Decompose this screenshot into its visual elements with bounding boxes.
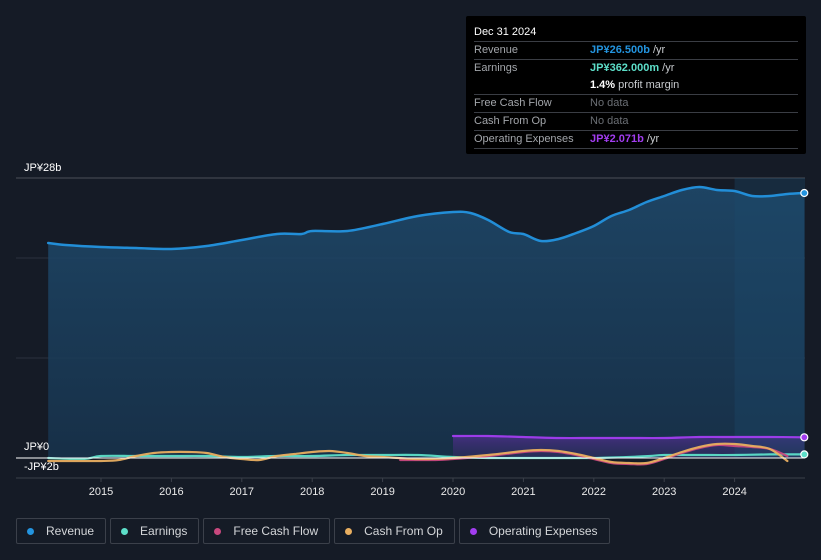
- x-tick-label: 2022: [582, 486, 606, 498]
- x-tick-label: 2024: [722, 486, 746, 498]
- tooltip-panel: Dec 31 2024 Revenue JP¥26.500b /yr Earning…: [466, 16, 806, 154]
- forecast-highlight-region: [734, 178, 805, 458]
- legend-label: Operating Expenses: [488, 524, 598, 538]
- tooltip-row: Free Cash Flow No data: [474, 95, 798, 113]
- tooltip-row-value: JP¥2.071b /yr: [590, 131, 659, 148]
- legend-dot-icon: [214, 527, 222, 535]
- tooltip-row-label: Free Cash Flow: [474, 97, 552, 109]
- x-tick-label: 2023: [652, 486, 676, 498]
- tooltip-row-label: Cash From Op: [474, 115, 547, 127]
- tooltip-row-value: JP¥362.000m /yr: [590, 60, 674, 77]
- revenue-end-marker: [800, 188, 809, 198]
- legend-dot-icon: [121, 527, 129, 535]
- y-tick-label-zero: JP¥0: [24, 441, 49, 453]
- legend-item-cash-from-op[interactable]: Cash From Op: [334, 518, 455, 544]
- tooltip-row: Earnings JP¥362.000m /yr: [474, 60, 798, 77]
- tooltip-value-number: 1.4%: [590, 79, 616, 91]
- tooltip-row: 1.4% profit margin: [474, 77, 798, 95]
- legend-item-revenue[interactable]: Revenue: [16, 518, 107, 544]
- x-tick-label: 2017: [230, 486, 254, 498]
- legend-label: Revenue: [46, 524, 95, 538]
- tooltip-row-label: Revenue: [474, 44, 519, 56]
- tooltip-row-value: No data: [590, 95, 629, 112]
- x-tick-label: 2020: [441, 486, 465, 498]
- tooltip-value-unit: /yr: [659, 62, 675, 74]
- tooltip-value-unit: /yr: [643, 133, 660, 145]
- tooltip-date: Dec 31 2024: [474, 24, 798, 42]
- tooltip-row-value: JP¥26.500b /yr: [590, 42, 665, 59]
- tooltip-value-number: JP¥362.000m: [590, 62, 660, 74]
- tooltip-row-label: Earnings: [474, 62, 518, 74]
- legend-dot-icon: [345, 527, 353, 535]
- tooltip-row: Revenue JP¥26.500b /yr: [474, 42, 798, 60]
- tooltip-row-label: Operating Expenses: [474, 133, 574, 145]
- tooltip-row-value: No data: [590, 113, 629, 130]
- tooltip-row-label: [474, 77, 590, 94]
- tooltip-value-unit: /yr: [649, 44, 666, 56]
- x-tick-label: 2019: [370, 486, 394, 498]
- revenue-area: [48, 187, 805, 458]
- legend-item-earnings[interactable]: Earnings: [110, 518, 200, 544]
- tooltip-value-unit: profit margin: [615, 79, 680, 91]
- tooltip-row: Operating Expenses JP¥2.071b /yr: [474, 131, 798, 149]
- y-tick-label-bottom: -JP¥2b: [24, 461, 59, 473]
- earnings-end-marker: [800, 450, 809, 459]
- tooltip-value-number: No data: [590, 115, 629, 127]
- x-tick-label: 2018: [300, 486, 324, 498]
- legend-item-operating-expenses[interactable]: Operating Expenses: [458, 518, 610, 544]
- x-tick-label: 2015: [89, 486, 113, 498]
- x-tick-label: 2021: [511, 486, 535, 498]
- legend-label: Earnings: [140, 524, 188, 538]
- tooltip-value-number: No data: [590, 97, 629, 109]
- legend-item-free-cash-flow[interactable]: Free Cash Flow: [203, 518, 331, 544]
- tooltip-row: Cash From Op No data: [474, 113, 798, 131]
- legend-dot-icon: [27, 527, 34, 535]
- tooltip-value-number: JP¥2.071b: [590, 133, 644, 145]
- legend-label: Free Cash Flow: [233, 524, 319, 538]
- operating-expenses-end-marker: [800, 433, 809, 442]
- tooltip-value-number: JP¥26.500b: [590, 44, 650, 56]
- tooltip-row-value: 1.4% profit margin: [590, 77, 679, 94]
- legend-dot-icon: [469, 527, 477, 535]
- legend-label: Cash From Op: [364, 524, 443, 538]
- y-tick-label-top: JP¥28b: [24, 162, 61, 174]
- x-tick-label: 2016: [159, 486, 183, 498]
- legend: Revenue Earnings Free Cash Flow Cash From O…: [16, 518, 610, 544]
